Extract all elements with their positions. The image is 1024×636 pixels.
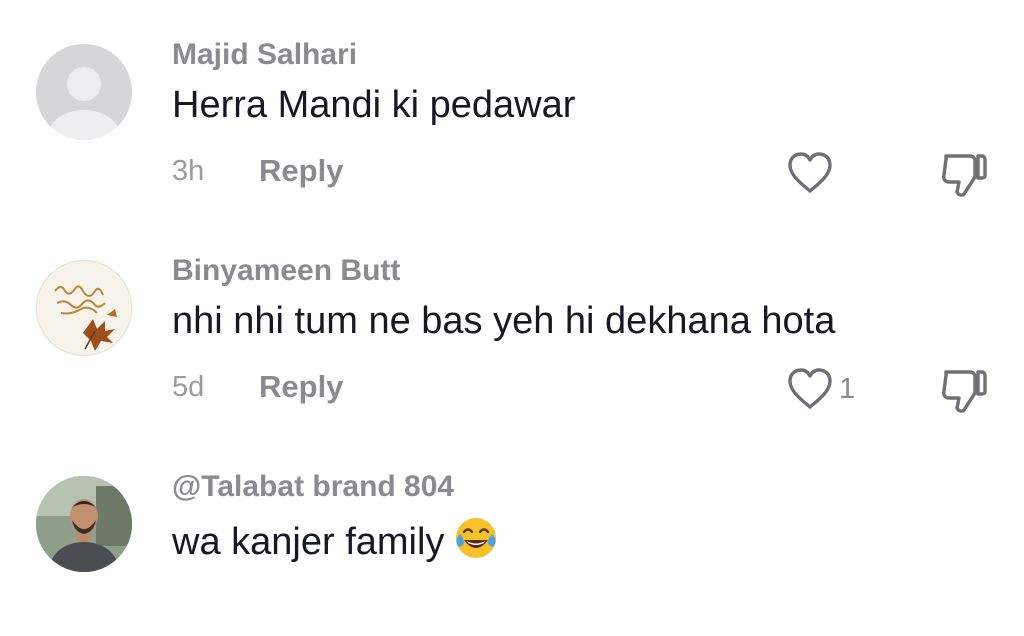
comment-username[interactable]: Binyameen Butt (172, 254, 400, 288)
avatar[interactable] (36, 476, 132, 572)
comment-timestamp: 3h (172, 155, 205, 187)
dislike-button[interactable] (938, 150, 990, 203)
like-button[interactable]: 1 (787, 368, 855, 410)
comment-item: Binyameen Butt nhi nhi tum ne bas yeh hi… (0, 218, 1024, 418)
heart-icon (788, 152, 832, 193)
avatar[interactable] (36, 260, 132, 356)
comment-username[interactable]: @Talabat brand 804 (172, 470, 454, 504)
avatar[interactable] (36, 44, 132, 140)
comment-text: Herra Mandi ki pedawar (172, 84, 576, 126)
like-count: 1 (839, 372, 856, 405)
comment-timestamp: 5d (172, 371, 205, 403)
comment-text: wa kanjer family (172, 516, 498, 564)
comment-item: Majid Salhari Herra Mandi ki pedawar 3h … (0, 0, 1024, 200)
reply-button[interactable]: Reply (259, 369, 343, 405)
like-button[interactable] (787, 152, 839, 194)
default-avatar-icon (36, 44, 132, 140)
heart-icon (788, 368, 832, 409)
comment-item: @Talabat brand 804 wa kanjer family (0, 436, 1024, 636)
reply-button[interactable]: Reply (259, 153, 343, 189)
calligraphy-leaf-avatar (37, 261, 131, 355)
face-with-tears-of-joy-icon (456, 518, 497, 558)
comment-text-content: wa kanjer family (172, 521, 445, 563)
dislike-button[interactable] (938, 366, 990, 419)
thumbs-down-icon (942, 154, 987, 197)
comment-username[interactable]: Majid Salhari (172, 38, 357, 72)
photo-avatar (36, 476, 132, 572)
thumbs-down-icon (942, 370, 987, 413)
comment-text: nhi nhi tum ne bas yeh hi dekhana hota (172, 300, 836, 342)
